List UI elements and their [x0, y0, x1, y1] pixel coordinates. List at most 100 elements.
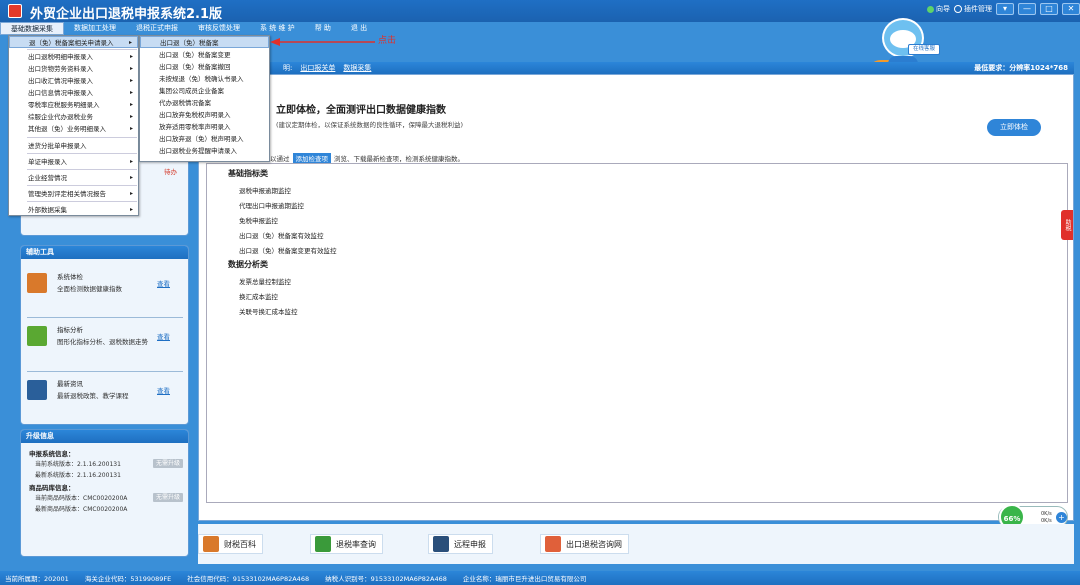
menu-help[interactable]: 帮 助 [305, 22, 341, 35]
monitor-icon [433, 536, 449, 552]
notice-link-data[interactable]: 数据采集 [343, 63, 371, 73]
toolbox-icon [27, 273, 47, 293]
dropdown-item[interactable]: 出口货物劳务资料录入 ▸ [9, 63, 138, 75]
tool-name: 指标分析 [57, 326, 83, 334]
chevron-right-icon: ▸ [129, 125, 133, 132]
menu-formal-declaration[interactable]: 退税正式申报 [126, 22, 188, 35]
chevron-right-icon: ▸ [129, 158, 133, 165]
status-taxpayer-id: 纳税人识别号：91533102MA6P82A468 [325, 575, 447, 583]
annotation-arrow-icon [270, 38, 375, 46]
app-logo-icon [8, 4, 22, 18]
tool-view-link[interactable]: 查看 [157, 331, 170, 341]
menu-exit[interactable]: 退 出 [341, 22, 377, 35]
divider [27, 137, 137, 138]
dropdown-item[interactable]: 出口退税明细申报录入 ▸ [9, 51, 138, 63]
menu-basic-data[interactable]: 基础数据采集 [0, 22, 64, 35]
maximize-button[interactable]: □ [1040, 3, 1058, 15]
check-item[interactable]: 关联号换汇成本监控 [239, 306, 298, 316]
check-item[interactable]: 发票总量控制监控 [239, 276, 291, 286]
dropdown-item[interactable]: 出口信息情况申报录入 ▸ [9, 87, 138, 99]
dropdown-item-filing-apply[interactable]: 退（免）税备案相关申请录入 ▸ [9, 36, 138, 48]
dropdown-item[interactable]: 外部数据采集 ▸ [9, 204, 138, 216]
dropdown-item[interactable]: 综服企业代办退税业务 ▸ [9, 111, 138, 123]
submenu-item[interactable]: 出口退（免）税备案撤回 [140, 61, 269, 73]
tool-view-link[interactable]: 查看 [157, 385, 170, 395]
dropdown-button[interactable]: ▾ [996, 3, 1014, 15]
submenu-item[interactable]: 集团公司成员企业备案 [140, 85, 269, 97]
add-check-item-link[interactable]: 添加检查项 [292, 153, 331, 163]
goods-upgrade-button[interactable]: 无需升级 [153, 493, 183, 502]
check-item[interactable]: 出口退（免）税备案变更有效监控 [239, 245, 337, 255]
start-check-button[interactable]: 立即体检 [987, 119, 1041, 136]
quick-link-rate-query[interactable]: 退税率查询 [310, 534, 383, 554]
notice-prefix: 明: [283, 64, 293, 72]
health-check-subtitle: (建议定期体检，以保证系统数据的良性循环，保障最大退税利益) [276, 121, 464, 129]
system-info-label: 申报系统信息： [29, 450, 75, 458]
menu-system-maintenance[interactable]: 系 统 维 护 [250, 22, 305, 35]
upgrade-panel: 升级信息 申报系统信息： 当前系统版本：2.1.16.200131 最新系统版本… [20, 429, 189, 557]
submenu-item[interactable]: 出口放弃退（免）税声明录入 [140, 133, 269, 145]
gear-icon [954, 5, 962, 13]
dropdown-item[interactable]: 企业经营情况 ▸ [9, 172, 138, 184]
check-item[interactable]: 免税申报监控 [239, 215, 278, 225]
submenu-item[interactable]: 代办退税情况备案 [140, 97, 269, 109]
health-check-area: 立即体检，全面测评出口数据健康指数 (建议定期体检，以保证系统数据的良性循环，保… [199, 75, 1073, 151]
goods-info-label: 商品码库信息： [29, 484, 75, 492]
menu-review-feedback[interactable]: 审核反馈处理 [188, 22, 250, 35]
guide-link[interactable]: 向导 [927, 4, 950, 14]
tool-view-link[interactable]: 查看 [157, 278, 170, 288]
close-button[interactable]: ✕ [1062, 3, 1080, 15]
quick-link-consult-site[interactable]: 出口退税咨询网 [540, 534, 629, 554]
submenu-item[interactable]: 未按规退（免）税确认书录入 [140, 73, 269, 85]
dropdown-item[interactable]: 管理类别评定相关情况报告 ▸ [9, 188, 138, 200]
menu-data-processing[interactable]: 数据加工处理 [64, 22, 126, 35]
submenu-item[interactable]: 出口退（免）税备案变更 [140, 49, 269, 61]
quick-link-remote-declare[interactable]: 远程申报 [428, 534, 493, 554]
submenu-item[interactable]: 放弃适用零税率声明录入 [140, 121, 269, 133]
dropdown-item[interactable]: 单证申报录入 ▸ [9, 156, 138, 168]
dropdown-item[interactable]: 出口收汇情况申报录入 ▸ [9, 75, 138, 87]
dropdown-item[interactable]: 零税率应税服务明细录入 ▸ [9, 99, 138, 111]
chevron-right-icon: ▸ [129, 174, 133, 181]
minimize-button[interactable]: — [1018, 3, 1036, 15]
plugin-link[interactable]: 插件管理 [954, 4, 992, 14]
divider [27, 201, 137, 202]
submenu-item[interactable]: 出口放弃免税权声明录入 [140, 109, 269, 121]
chart-icon [27, 326, 47, 346]
online-service-sign[interactable]: 在线客服 [908, 44, 940, 55]
chevron-right-icon: ▸ [129, 190, 133, 197]
money-search-icon [315, 536, 331, 552]
check-item[interactable]: 代理出口申报逾期监控 [239, 200, 304, 210]
tool-latest-news[interactable]: 最新资讯 最新退税政策、教学课程 查看 [25, 366, 185, 416]
tools-panel: 辅助工具 系统体检 全面检测数据健康指数 查看 指标分析 图形化指标分析、退税数… [20, 245, 189, 425]
tool-name: 系统体检 [57, 273, 83, 281]
chevron-right-icon: ▸ [129, 101, 133, 108]
system-upgrade-button[interactable]: 无需升级 [153, 459, 183, 468]
tool-desc: 图形化指标分析、退税数据走势 [57, 338, 148, 346]
plus-icon[interactable]: + [1056, 512, 1067, 523]
window-title: 外贸企业出口退税申报系统2.1版 [30, 7, 223, 22]
quick-link-tax-wiki[interactable]: 财税百科 [198, 534, 263, 554]
dropdown-item[interactable]: 其他退（免）业务明细录入 ▸ [9, 123, 138, 135]
tool-indicator-analysis[interactable]: 指标分析 图形化指标分析、退税数据走势 查看 [25, 312, 185, 362]
check-item[interactable]: 出口退（免）税备案有效监控 [239, 230, 324, 240]
menu-bar: 基础数据采集 数据加工处理 退税正式申报 审核反馈处理 系 统 维 护 帮 助 … [0, 22, 860, 35]
status-credit-code: 社会信用代码：91533102MA6P82A468 [187, 575, 310, 583]
assistant-side-tab[interactable]: 助税 [1061, 210, 1073, 240]
chevron-right-icon: ▸ [129, 77, 133, 84]
tool-system-check[interactable]: 系统体检 全面检测数据健康指数 查看 [25, 259, 185, 309]
todo-red-text: 待办 [164, 168, 177, 176]
book-icon [203, 536, 219, 552]
upgrade-panel-title: 升级信息 [21, 430, 188, 443]
globe-icon [545, 536, 561, 552]
category-title: 数据分析类 [228, 260, 268, 269]
chevron-right-icon: ▸ [129, 65, 133, 72]
dropdown-item[interactable]: 进货分批单申报录入 [9, 140, 138, 152]
notice-link-customs[interactable]: 出口报关单 [300, 63, 335, 73]
submenu-item-filing[interactable]: 出口退（免）税备案 [140, 36, 269, 48]
check-item[interactable]: 换汇成本监控 [239, 291, 278, 301]
submenu-item[interactable]: 出口退税业务提醒申请录入 [140, 145, 269, 157]
check-item[interactable]: 退税申报逾期监控 [239, 185, 291, 195]
chevron-right-icon: ▸ [129, 206, 133, 213]
notice-bar: 明: 出口报关单 数据采集 最低要求：分辨率1024*768 [198, 62, 1074, 74]
